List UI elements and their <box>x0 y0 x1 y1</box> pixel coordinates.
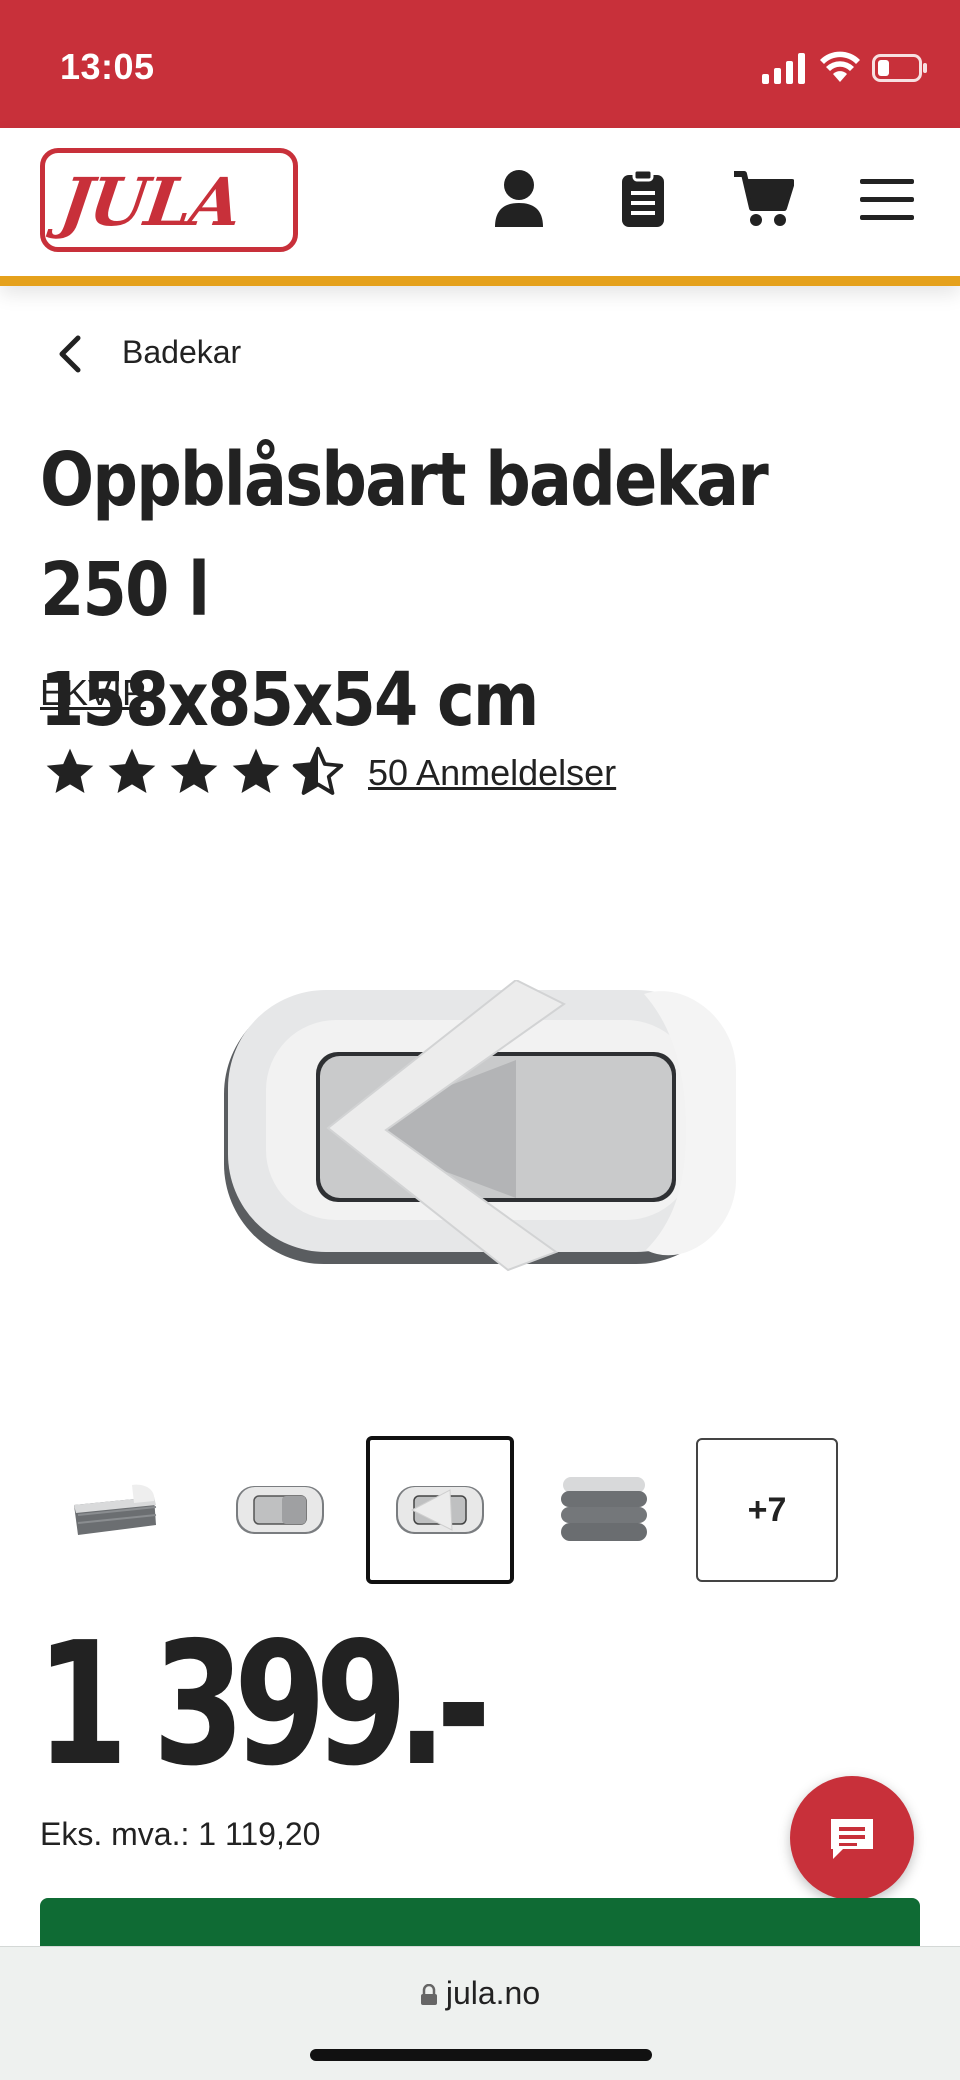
battery-icon <box>872 54 927 82</box>
rating-stars <box>42 744 346 800</box>
product-title: Oppblåsbart badekar 250 l 158x85x54 cm <box>40 425 797 755</box>
browser-url-bar[interactable]: jula.no <box>0 1946 960 2080</box>
product-title-line1: Oppblåsbart badekar 250 l <box>40 437 769 633</box>
chat-button[interactable] <box>790 1776 914 1900</box>
star-full-icon <box>170 748 218 793</box>
price-ex-vat: Eks. mva.: 1 119,20 <box>40 1816 321 1852</box>
shopping-list-button[interactable] <box>608 164 678 234</box>
status-bar: 13:05 <box>0 0 960 128</box>
more-images-button[interactable]: +7 <box>696 1438 838 1582</box>
clipboard-list-icon <box>622 169 664 227</box>
account-icon <box>495 170 543 227</box>
bathtub-cover-thumbnail <box>396 1486 484 1534</box>
star-full-icon <box>108 748 156 793</box>
bathtub-rings-thumbnail <box>561 1477 647 1541</box>
cart-button[interactable] <box>728 164 798 234</box>
site-header: JULA <box>0 128 960 286</box>
product-title-line2: 158x85x54 cm <box>40 657 539 743</box>
brand-link[interactable]: EKVIP <box>40 672 146 714</box>
back-button[interactable] <box>40 326 100 382</box>
url-text: jula.no <box>445 1975 541 2011</box>
bathtub-top-thumbnail <box>236 1486 324 1534</box>
logo-text: JULA <box>55 163 245 241</box>
star-full-icon <box>46 748 94 793</box>
lock-icon <box>420 1983 437 2005</box>
thumbnail-1[interactable] <box>44 1440 184 1580</box>
star-full-icon <box>232 748 280 793</box>
jula-logo[interactable]: JULA <box>40 148 298 252</box>
status-time: 13:05 <box>60 46 155 87</box>
thumbnail-3-selected[interactable] <box>366 1436 514 1584</box>
bathtub-side-thumbnail <box>74 1484 157 1535</box>
hamburger-menu-icon <box>860 179 914 220</box>
wifi-icon <box>820 51 860 82</box>
home-indicator[interactable] <box>310 2049 652 2061</box>
breadcrumb-label[interactable]: Badekar <box>122 334 241 371</box>
menu-button[interactable] <box>852 164 922 234</box>
url-display[interactable]: jula.no <box>0 1975 960 2012</box>
account-button[interactable] <box>484 164 554 234</box>
cellular-signal-icon <box>762 53 805 84</box>
product-main-image[interactable] <box>216 980 744 1280</box>
chevron-left-icon <box>59 335 81 373</box>
thumbnail-2[interactable] <box>210 1440 350 1580</box>
star-half-icon <box>292 746 344 795</box>
cart-icon <box>734 171 794 226</box>
thumbnail-4[interactable] <box>534 1440 674 1580</box>
product-price: 1 399.- <box>36 1606 491 1804</box>
reviews-link[interactable]: 50 Anmeldelser <box>368 752 616 794</box>
chat-bubble-icon <box>831 1819 873 1859</box>
